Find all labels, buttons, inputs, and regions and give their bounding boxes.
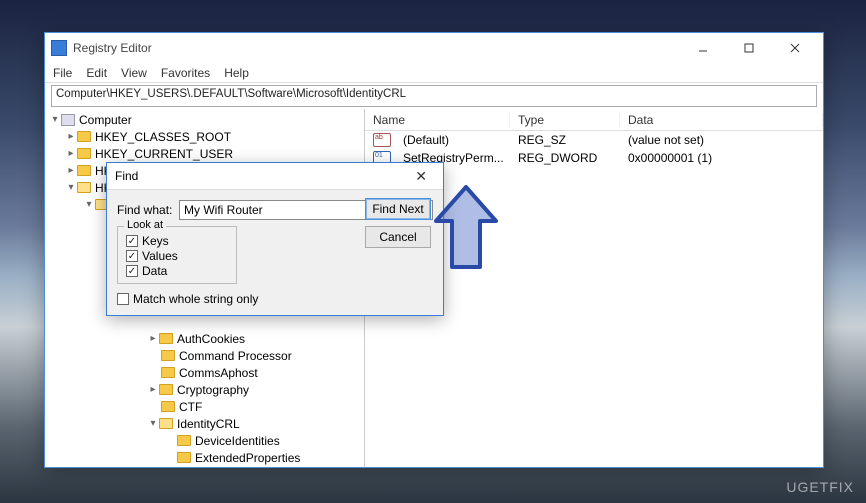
regedit-icon — [51, 40, 67, 56]
look-at-group: Look at ✓Keys ✓Values ✓Data — [117, 226, 237, 284]
checkbox-data[interactable]: ✓ — [126, 265, 138, 277]
window-title: Registry Editor — [73, 41, 152, 55]
computer-icon — [61, 114, 75, 126]
tree-item[interactable]: CommsAphost — [47, 364, 362, 381]
menu-file[interactable]: File — [53, 66, 72, 80]
folder-icon — [77, 148, 91, 159]
window-controls — [689, 37, 817, 59]
value-name: (Default) — [395, 133, 457, 147]
tree-root[interactable]: ▾ Computer — [47, 111, 362, 128]
tree-item[interactable]: CTF — [47, 398, 362, 415]
chevron-right-icon[interactable]: ▸ — [147, 384, 159, 395]
chevron-down-icon[interactable]: ▾ — [83, 199, 95, 210]
tree-item-selected[interactable]: ▾ IdentityCRL — [47, 415, 362, 432]
chevron-down-icon[interactable]: ▾ — [65, 182, 77, 193]
tree-item[interactable]: ExtendedProperties — [47, 449, 362, 466]
tree-item-label: Command Processor — [179, 349, 292, 363]
cancel-button[interactable]: Cancel — [365, 226, 431, 248]
checkbox-match-whole[interactable] — [117, 293, 129, 305]
tree-item[interactable]: DeviceIdentities — [47, 432, 362, 449]
list-row[interactable]: (Default) REG_SZ (value not set) — [365, 131, 823, 149]
folder-icon — [161, 350, 175, 361]
tree-item-label: DeviceIdentities — [195, 434, 280, 448]
chevron-right-icon[interactable]: ▸ — [65, 148, 77, 159]
tree-item-label: CommsAphost — [179, 366, 258, 380]
maximize-button[interactable] — [735, 37, 763, 59]
tree-item[interactable]: ▸ Immersive — [47, 466, 362, 467]
value-data: (value not set) — [620, 133, 823, 147]
folder-icon — [159, 333, 173, 344]
menu-edit[interactable]: Edit — [86, 66, 107, 80]
folder-icon — [177, 452, 191, 463]
menubar: File Edit View Favorites Help — [45, 63, 823, 83]
folder-icon — [77, 131, 91, 142]
column-header-data[interactable]: Data — [620, 113, 823, 127]
chevron-right-icon[interactable]: ▸ — [65, 131, 77, 142]
chevron-right-icon[interactable]: ▸ — [65, 165, 77, 176]
string-value-icon — [373, 133, 391, 147]
tree-item-label: IdentityCRL — [177, 417, 240, 431]
tree-item-label: HKEY_CURRENT_USER — [95, 147, 233, 161]
folder-open-icon — [159, 418, 173, 429]
chevron-down-icon[interactable]: ▾ — [49, 114, 61, 125]
folder-icon — [177, 435, 191, 446]
menu-favorites[interactable]: Favorites — [161, 66, 210, 80]
menu-view[interactable]: View — [121, 66, 147, 80]
chevron-down-icon[interactable]: ▾ — [147, 418, 159, 429]
tree-item[interactable]: ▸ Cryptography — [47, 381, 362, 398]
titlebar: Registry Editor — [45, 33, 823, 63]
folder-icon — [161, 367, 175, 378]
folder-icon — [77, 165, 91, 176]
tree-item[interactable]: Command Processor — [47, 347, 362, 364]
dialog-close-button[interactable]: ✕ — [407, 166, 435, 187]
column-header-type[interactable]: Type — [510, 113, 620, 127]
minimize-button[interactable] — [689, 37, 717, 59]
address-bar[interactable]: Computer\HKEY_USERS\.DEFAULT\Software\Mi… — [51, 85, 817, 107]
watermark: UGETFIX — [786, 479, 854, 495]
tree-item-label: AuthCookies — [177, 332, 245, 346]
folder-icon — [161, 401, 175, 412]
column-header-name[interactable]: Name — [365, 113, 510, 127]
checkbox-label: Data — [142, 264, 167, 278]
checkbox-label: Match whole string only — [133, 292, 258, 306]
tree-item[interactable]: ▸ HKEY_CURRENT_USER — [47, 145, 362, 162]
tree-item-label: Cryptography — [177, 383, 249, 397]
find-what-label: Find what: — [117, 203, 179, 217]
find-dialog: Find ✕ Find what: Look at ✓Keys ✓Values … — [106, 162, 444, 316]
look-at-label: Look at — [124, 219, 166, 231]
checkbox-keys[interactable]: ✓ — [126, 235, 138, 247]
tree-item-label: ExtendedProperties — [195, 451, 300, 465]
tree-root-label: Computer — [79, 113, 132, 127]
dialog-titlebar: Find ✕ — [107, 163, 443, 190]
value-type: REG_SZ — [510, 133, 620, 147]
folder-open-icon — [77, 182, 91, 193]
menu-help[interactable]: Help — [224, 66, 249, 80]
checkbox-label: Values — [142, 249, 178, 263]
tree-item[interactable]: ▸ AuthCookies — [47, 330, 362, 347]
close-button[interactable] — [781, 37, 809, 59]
folder-icon — [159, 384, 173, 395]
checkbox-label: Keys — [142, 234, 169, 248]
checkbox-values[interactable]: ✓ — [126, 250, 138, 262]
tree-item[interactable]: ▸ HKEY_CLASSES_ROOT — [47, 128, 362, 145]
tree-item-label: HKEY_CLASSES_ROOT — [95, 130, 231, 144]
dialog-title: Find — [115, 169, 138, 183]
find-next-button[interactable]: Find Next — [365, 198, 431, 220]
chevron-right-icon[interactable]: ▸ — [147, 333, 159, 344]
list-header: Name Type Data — [365, 109, 823, 131]
value-data: 0x00000001 (1) — [620, 151, 823, 165]
tree-item-label: CTF — [179, 400, 202, 414]
value-type: REG_DWORD — [510, 151, 620, 165]
